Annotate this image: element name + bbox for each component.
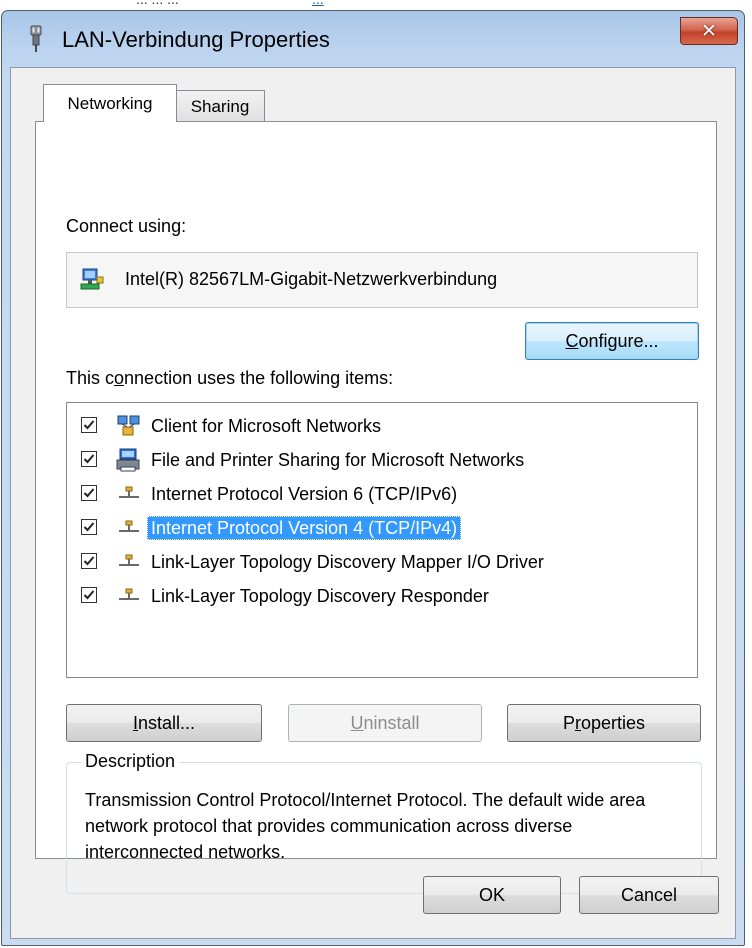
background-text-fragment: ... ... ... bbox=[136, 0, 179, 7]
title-bar[interactable]: LAN-Verbindung Properties ✕ bbox=[2, 11, 744, 67]
list-item[interactable]: Client for Microsoft Networks bbox=[67, 409, 697, 443]
cancel-button[interactable]: Cancel bbox=[579, 876, 719, 914]
uninstall-label-accel: U bbox=[350, 712, 364, 733]
connect-using-label: Connect using: bbox=[66, 216, 187, 236]
list-item[interactable]: Internet Protocol Version 6 (TCP/IPv6) bbox=[67, 477, 697, 511]
list-item[interactable]: Link-Layer Topology Discovery Responder bbox=[67, 579, 697, 613]
window-title: LAN-Verbindung Properties bbox=[62, 27, 330, 52]
configure-button[interactable]: Configure... bbox=[525, 322, 699, 360]
properties-button[interactable]: Pr operties bbox=[507, 704, 701, 742]
checkmark-icon bbox=[83, 522, 95, 532]
item-label: Client for Microsoft Networks bbox=[151, 416, 382, 436]
configure-label-post: onfigure... bbox=[578, 330, 659, 351]
item-label: File and Printer Sharing for Microsoft N… bbox=[151, 450, 525, 470]
adapter-display: Intel(R) 82567LM-Gigabit-Netzwerkverbind… bbox=[66, 252, 698, 308]
list-item[interactable]: File and Printer Sharing for Microsoft N… bbox=[67, 443, 697, 477]
background-link-fragment[interactable]: ... bbox=[312, 0, 324, 7]
item-checkbox[interactable] bbox=[81, 553, 97, 569]
item-checkbox[interactable] bbox=[81, 451, 97, 467]
checkmark-icon bbox=[83, 454, 95, 464]
network-adapter-icon bbox=[80, 268, 104, 290]
item-label: Link-Layer Topology Discovery Responder bbox=[151, 586, 489, 606]
description-legend: Description bbox=[81, 751, 180, 772]
adapter-name: Intel(R) 82567LM-Gigabit-Netzwerkverbind… bbox=[125, 269, 498, 289]
item-label: Internet Protocol Version 6 (TCP/IPv6) bbox=[151, 484, 458, 504]
dialog-body: Sharing Networking Connect using: Intel(… bbox=[10, 67, 736, 939]
network-client-icon bbox=[117, 415, 140, 436]
protocol-icon bbox=[119, 520, 139, 532]
item-label: Internet Protocol Version 4 (TCP/IPv4) bbox=[147, 516, 462, 540]
items-section-label: This connection uses the following items… bbox=[66, 368, 393, 389]
list-item-selected[interactable]: Internet Protocol Version 4 (TCP/IPv4) bbox=[67, 511, 697, 545]
network-plug-icon bbox=[30, 25, 42, 52]
tab-networking-label: Networking bbox=[67, 93, 153, 113]
items-label-accel: o bbox=[114, 368, 125, 388]
protocol-icon bbox=[119, 554, 139, 566]
ok-label: OK bbox=[478, 884, 505, 905]
tab-sharing[interactable]: Sharing bbox=[175, 90, 265, 122]
close-button[interactable]: ✕ bbox=[680, 17, 738, 45]
checkmark-icon bbox=[83, 556, 95, 566]
list-item[interactable]: Link-Layer Topology Discovery Mapper I/O… bbox=[67, 545, 697, 579]
uninstall-button[interactable]: Uninstall bbox=[288, 704, 482, 742]
protocol-icon bbox=[119, 588, 139, 600]
checkmark-icon bbox=[83, 590, 95, 600]
checkmark-icon bbox=[83, 420, 95, 430]
description-groupbox: Description Transmission Control Protoco… bbox=[66, 751, 702, 894]
configure-label-accel: C bbox=[565, 330, 579, 351]
item-checkbox[interactable] bbox=[81, 485, 97, 501]
items-label-post: nnection uses the following items: bbox=[124, 368, 394, 388]
properties-label-pre: P bbox=[562, 712, 575, 733]
item-label: Link-Layer Topology Discovery Mapper I/O… bbox=[151, 552, 544, 572]
networking-tab-panel: Connect using: Intel(R) 82567LM-Gigabit-… bbox=[35, 121, 717, 894]
components-list[interactable]: Client for Microsoft Networks File and P… bbox=[66, 402, 698, 678]
items-label-pre: This c bbox=[66, 368, 115, 388]
item-checkbox[interactable] bbox=[81, 587, 97, 603]
install-label-post: nstall... bbox=[137, 712, 196, 733]
uninstall-label-post: ninstall bbox=[363, 712, 420, 733]
properties-label-post: operties bbox=[580, 712, 646, 733]
close-icon: ✕ bbox=[701, 20, 717, 42]
cancel-label: Cancel bbox=[620, 884, 678, 905]
printer-sharing-icon bbox=[116, 448, 140, 472]
tab-networking[interactable]: Networking bbox=[43, 84, 177, 122]
tab-sharing-label: Sharing bbox=[190, 96, 250, 116]
description-text: Transmission Control Protocol/Internet P… bbox=[85, 790, 646, 862]
item-checkbox[interactable] bbox=[81, 417, 97, 433]
ok-button[interactable]: OK bbox=[423, 876, 561, 914]
checkmark-icon bbox=[83, 488, 95, 498]
install-button[interactable]: Install... bbox=[66, 704, 262, 742]
protocol-icon bbox=[119, 486, 139, 498]
properties-dialog-window: LAN-Verbindung Properties ✕ Sharing Netw… bbox=[1, 10, 745, 946]
item-checkbox[interactable] bbox=[81, 519, 97, 535]
